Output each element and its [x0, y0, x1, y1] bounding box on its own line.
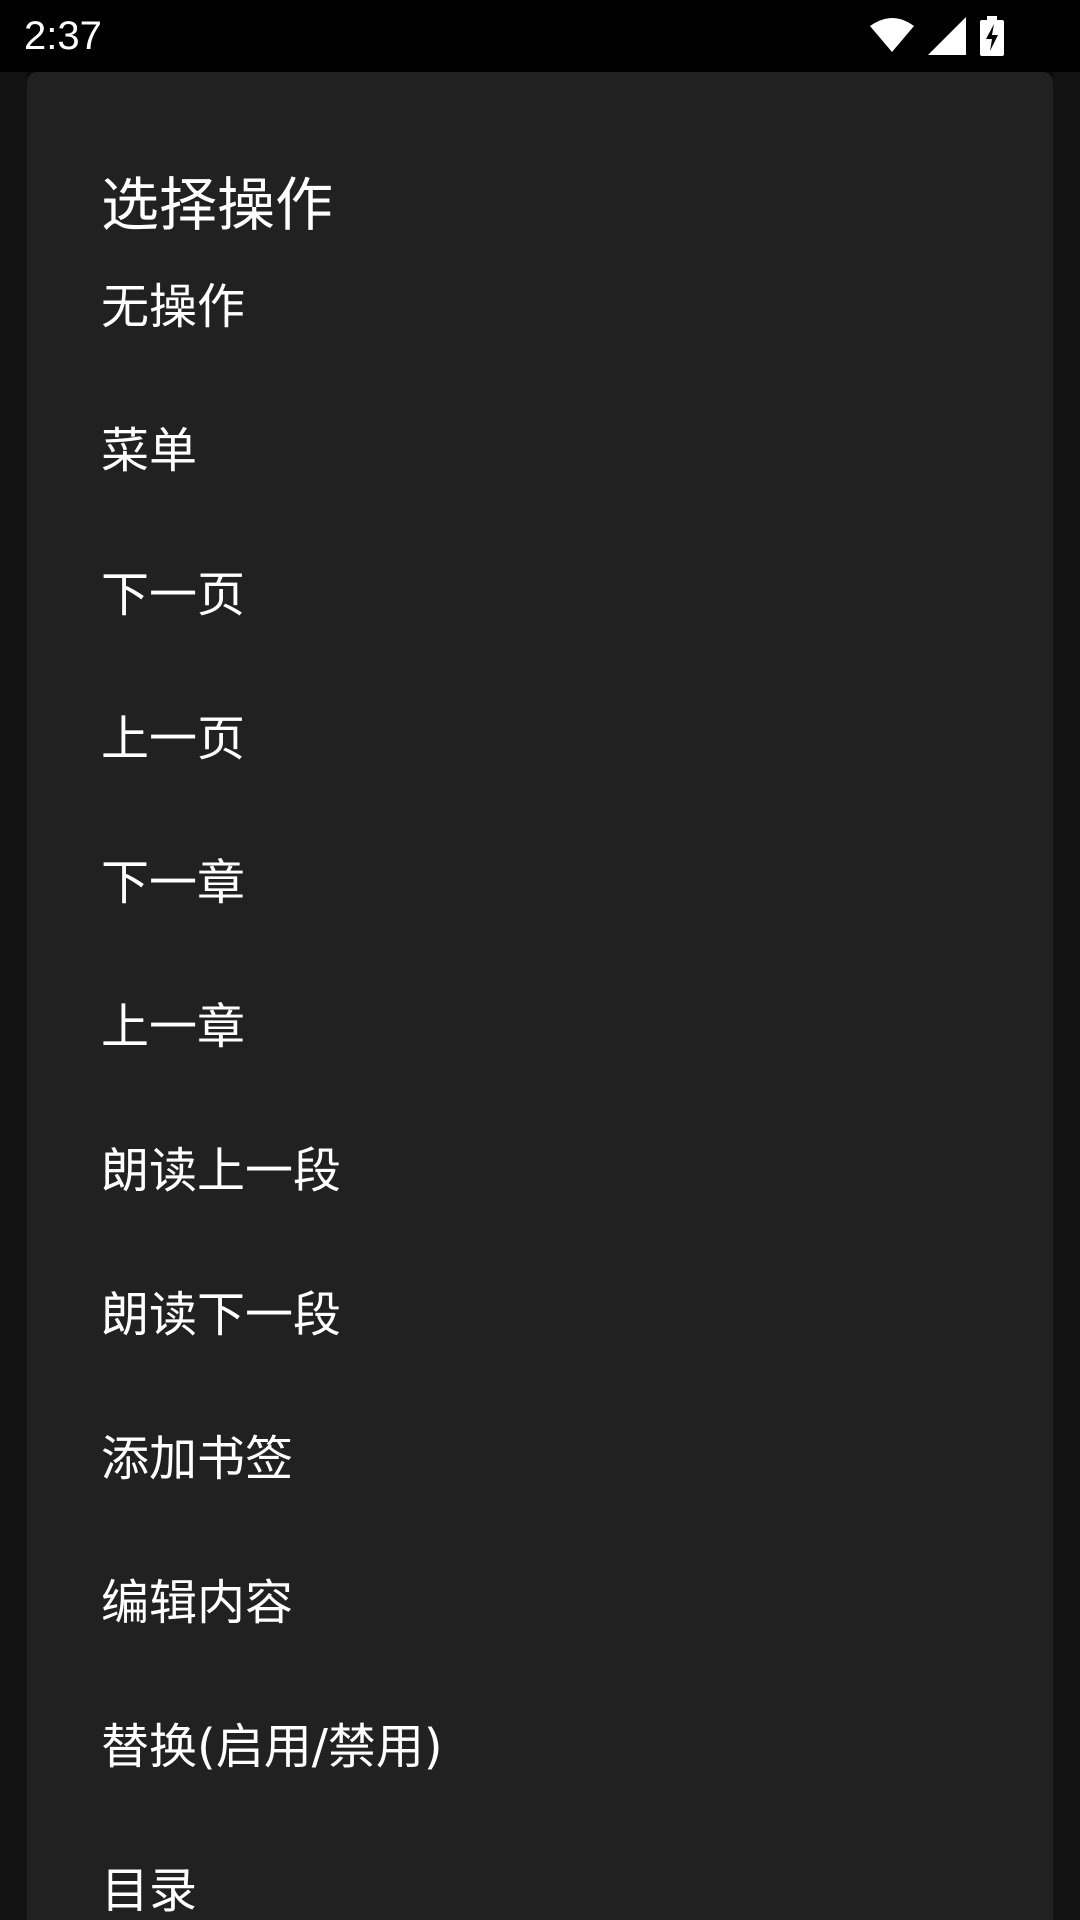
- dialog-option[interactable]: 添加书签: [27, 1382, 1053, 1526]
- select-action-dialog: 选择操作 无操作 菜单 下一页 上一页 下一章 上一章 朗读上一段 朗读下一段 添加书签 编辑内容…: [27, 72, 1053, 1920]
- dialog-option[interactable]: 上一页: [27, 662, 1053, 806]
- dialog-option-label: 替换(启用/禁用): [101, 1719, 443, 1775]
- dialog-option-label: 编辑内容: [101, 1575, 294, 1631]
- dialog-option-label: 目录: [101, 1863, 198, 1919]
- dialog-option-label: 无操作: [101, 279, 246, 335]
- background-edge-right: [1053, 72, 1080, 1920]
- signal-icon: [928, 17, 966, 55]
- battery-charging-icon: [980, 16, 1004, 56]
- dialog-option-label: 菜单: [101, 423, 198, 479]
- dialog-option[interactable]: 编辑内容: [27, 1526, 1053, 1670]
- dialog-option[interactable]: 无操作: [27, 230, 1053, 374]
- dialog-option-label: 上一章: [101, 999, 246, 1055]
- dialog-option[interactable]: 目录: [27, 1814, 1053, 1920]
- dialog-option-label: 下一页: [101, 567, 246, 623]
- dialog-option[interactable]: 上一章: [27, 950, 1053, 1094]
- dialog-option[interactable]: 朗读下一段: [27, 1238, 1053, 1382]
- status-time: 2:37: [24, 14, 102, 58]
- wifi-icon: [870, 18, 914, 54]
- options-list: 无操作菜单下一页上一页下一章上一章朗读上一段朗读下一段添加书签编辑内容替换(启用…: [27, 230, 1053, 1920]
- dialog-option-label: 下一章: [101, 855, 246, 911]
- dialog-option-label: 朗读上一段: [101, 1143, 342, 1199]
- dialog-option-label: 上一页: [101, 711, 246, 767]
- dialog-option[interactable]: 下一页: [27, 518, 1053, 662]
- dialog-option[interactable]: 替换(启用/禁用): [27, 1670, 1053, 1814]
- dialog-option[interactable]: 下一章: [27, 806, 1053, 950]
- status-icons: [870, 14, 1004, 58]
- dialog-option[interactable]: 朗读上一段: [27, 1094, 1053, 1238]
- dialog-option[interactable]: 菜单: [27, 374, 1053, 518]
- status-bar: 2:37: [0, 0, 1080, 72]
- dialog-option-label: 添加书签: [101, 1431, 294, 1487]
- background-edge-left: [0, 72, 27, 1920]
- dialog-option-label: 朗读下一段: [101, 1287, 342, 1343]
